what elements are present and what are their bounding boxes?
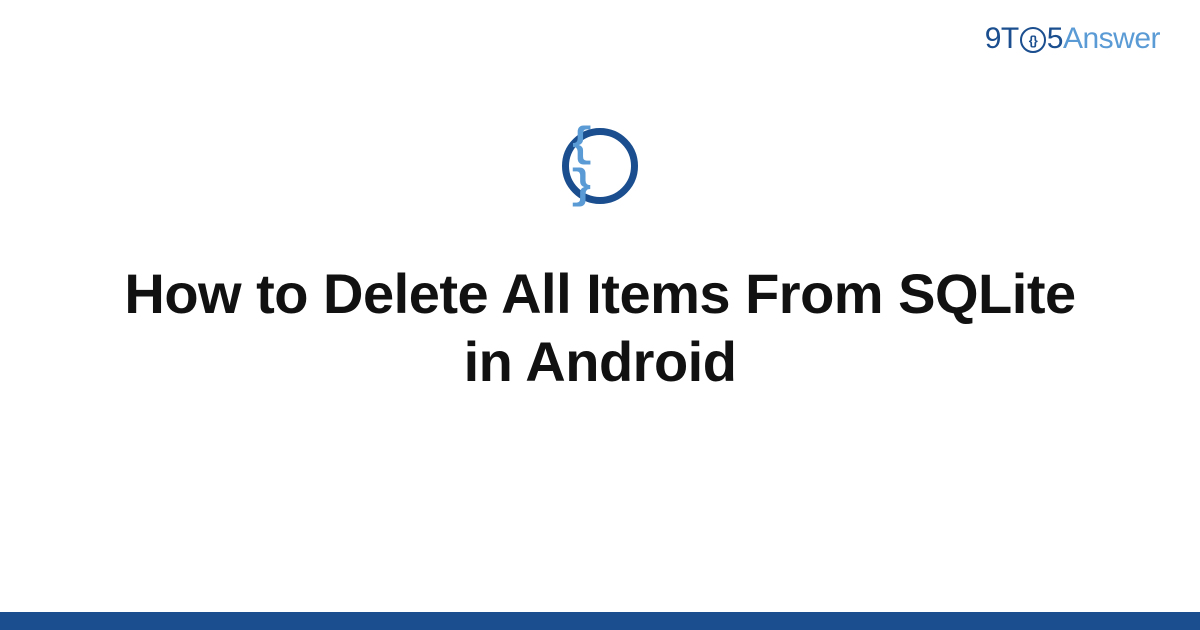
main-content: { } How to Delete All Items From SQLite … <box>0 128 1200 397</box>
logo-text-5: 5 <box>1047 22 1063 56</box>
logo-circle-icon: {} <box>1020 27 1046 53</box>
page-title: How to Delete All Items From SQLite in A… <box>100 260 1100 397</box>
footer-accent-bar <box>0 612 1200 630</box>
site-logo: 9T {} 5 Answer <box>985 22 1160 56</box>
code-braces-icon: { } <box>562 128 638 204</box>
logo-text-9t: 9T <box>985 22 1019 56</box>
braces-glyph: { } <box>569 124 631 208</box>
logo-text-answer: Answer <box>1063 22 1160 56</box>
logo-circle-inner: {} <box>1029 33 1037 48</box>
